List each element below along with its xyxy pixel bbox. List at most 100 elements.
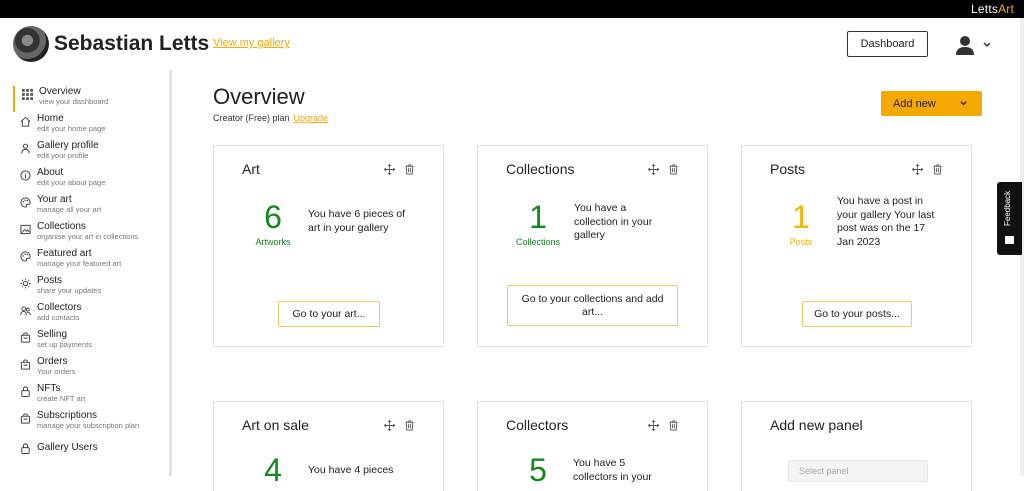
trash-icon[interactable]: [404, 162, 415, 175]
sidebar-item-label: Subscriptions: [37, 410, 98, 421]
art-on-sale-card: Art on sale 4 You have 4 pieces: [213, 401, 444, 491]
sidebar-item-subscriptions[interactable]: Subscriptions manage your subscription pl…: [13, 410, 163, 436]
sidebar-item-subtitle: manage all your art: [37, 205, 102, 214]
trash-icon[interactable]: [668, 162, 679, 175]
feedback-tab[interactable]: Feedback: [997, 182, 1022, 255]
go-to-collections-button[interactable]: Go to your collections and add art...: [507, 285, 678, 326]
sidebar: Overview view your dashboard Home edit your…: [0, 80, 175, 476]
add-new-label: Add new: [893, 97, 936, 110]
collections-card: Collections 1 Collections You have a col…: [477, 145, 708, 347]
chevron-down-icon: [983, 42, 991, 48]
profile-menu[interactable]: [954, 32, 994, 58]
sidebar-item-label: Collections: [37, 221, 86, 232]
card-title: Art: [242, 161, 260, 177]
move-icon[interactable]: [383, 162, 396, 176]
sidebar-item-label: Overview: [39, 86, 81, 97]
card-title: Posts: [770, 161, 806, 177]
art-count-label: Artworks: [255, 237, 291, 247]
card-title: Collections: [506, 161, 575, 177]
sidebar-item-label: Collectors: [37, 302, 82, 313]
sidebar-item-subtitle: view your dashboard: [39, 97, 109, 106]
sidebar-item-subtitle: share your updates: [37, 286, 102, 295]
card-title: Art on sale: [242, 417, 309, 433]
sidebar-item-subtitle: create NFT art: [37, 394, 86, 403]
collections-count: 1: [529, 199, 547, 235]
collections-count-label: Collections: [515, 237, 561, 247]
trash-icon[interactable]: [668, 418, 679, 431]
home-icon: [13, 113, 37, 139]
sidebar-item-collections[interactable]: Collections organise your art in collecti…: [13, 221, 163, 247]
bag-icon: [13, 410, 37, 436]
go-to-posts-button[interactable]: Go to your posts...: [802, 301, 912, 327]
brand-logo: LettsArt: [971, 2, 1014, 16]
art-card: Art 6 Artworks You have 6 pieces of art …: [213, 145, 444, 347]
sidebar-item-subtitle: Your orders: [37, 367, 76, 376]
move-icon[interactable]: [383, 418, 396, 432]
posts-count: 1: [792, 199, 810, 235]
chevron-down-icon: [960, 101, 967, 106]
sidebar-item-collectors[interactable]: Collectors add contacts: [13, 302, 163, 328]
sidebar-item-label: Home: [37, 113, 64, 124]
palette-icon: [13, 194, 37, 220]
bag-icon: [13, 329, 37, 355]
sidebar-item-nfts[interactable]: NFTs create NFT art: [13, 383, 163, 409]
sidebar-item-subtitle: set up payments: [37, 340, 93, 349]
user-name: Sebastian Letts: [54, 32, 210, 55]
sidebar-item-label: Featured art: [37, 248, 92, 259]
add-panel-card: Add new panel Select panel: [741, 401, 972, 491]
sidebar-item-subtitle: edit your home page: [37, 124, 106, 133]
sidebar-item-your-art[interactable]: Your art manage all your art: [13, 194, 163, 220]
feedback-label: Feedback: [1003, 190, 1012, 226]
sidebar-item-gallery-users[interactable]: Gallery Users: [13, 440, 163, 466]
sidebar-item-label: Posts: [37, 275, 63, 286]
sidebar-item-label: About: [37, 167, 64, 178]
palette-icon: [13, 248, 37, 274]
sidebar-item-label: Gallery profile: [37, 140, 99, 151]
sidebar-item-subtitle: edit your profile: [37, 151, 89, 160]
dashboard-button[interactable]: Dashboard: [847, 31, 928, 57]
top-bar: LettsArt: [0, 0, 1024, 18]
upgrade-link[interactable]: Upgrade: [294, 113, 329, 123]
lock-icon: [13, 383, 37, 409]
card-title: Collectors: [506, 417, 569, 433]
person-icon: [13, 140, 37, 166]
move-icon[interactable]: [647, 162, 660, 176]
user-icon: [956, 36, 974, 55]
trash-icon[interactable]: [932, 162, 943, 175]
sidebar-item-featured-art[interactable]: Featured art manage your featured art: [13, 248, 163, 274]
grid-icon: [15, 86, 39, 112]
go-to-art-button[interactable]: Go to your art...: [278, 301, 380, 327]
plan-info: Creator (Free) plan Upgrade: [213, 113, 328, 123]
posts-description: You have a post in your gallery Your las…: [837, 195, 935, 248]
gallery-avatar[interactable]: [13, 26, 49, 62]
collectors-card: Collectors 5 You have 5 collectors in yo…: [477, 401, 708, 491]
sidebar-item-selling[interactable]: Selling set up payments: [13, 329, 163, 355]
sidebar-item-orders[interactable]: Orders Your orders: [13, 356, 163, 382]
people-icon: [13, 302, 37, 328]
select-panel-dropdown[interactable]: Select panel: [788, 460, 928, 482]
art-on-sale-count: 4: [264, 452, 282, 488]
sidebar-item-overview[interactable]: Overview view your dashboard: [13, 86, 163, 112]
add-new-button[interactable]: Add new: [881, 91, 982, 116]
card-title: Add new panel: [770, 417, 863, 433]
sidebar-item-subtitle: organise your art in collections: [37, 232, 139, 241]
sidebar-item-subtitle: edit your about page: [37, 178, 106, 187]
sidebar-item-posts[interactable]: Posts share your updates: [13, 275, 163, 301]
sidebar-item-about[interactable]: About edit your about page: [13, 167, 163, 193]
sidebar-item-home[interactable]: Home edit your home page: [13, 113, 163, 139]
move-icon[interactable]: [647, 418, 660, 432]
image-icon: [13, 221, 37, 247]
collectors-count: 5: [529, 452, 547, 488]
sidebar-item-label: Selling: [37, 329, 68, 340]
lock-icon: [13, 440, 37, 466]
move-icon[interactable]: [911, 162, 924, 176]
sidebar-item-label: Your art: [37, 194, 72, 205]
sidebar-item-label: Gallery Users: [37, 442, 98, 453]
view-gallery-link[interactable]: View my gallery: [213, 37, 290, 49]
header: Sebastian Letts View my gallery Dashboar…: [0, 18, 1024, 70]
sidebar-item-gallery-profile[interactable]: Gallery profile edit your profile: [13, 140, 163, 166]
art-on-sale-description: You have 4 pieces: [308, 464, 394, 476]
trash-icon[interactable]: [404, 418, 415, 431]
sidebar-item-subtitle: add contacts: [37, 313, 80, 322]
page-title: Overview: [213, 84, 305, 109]
